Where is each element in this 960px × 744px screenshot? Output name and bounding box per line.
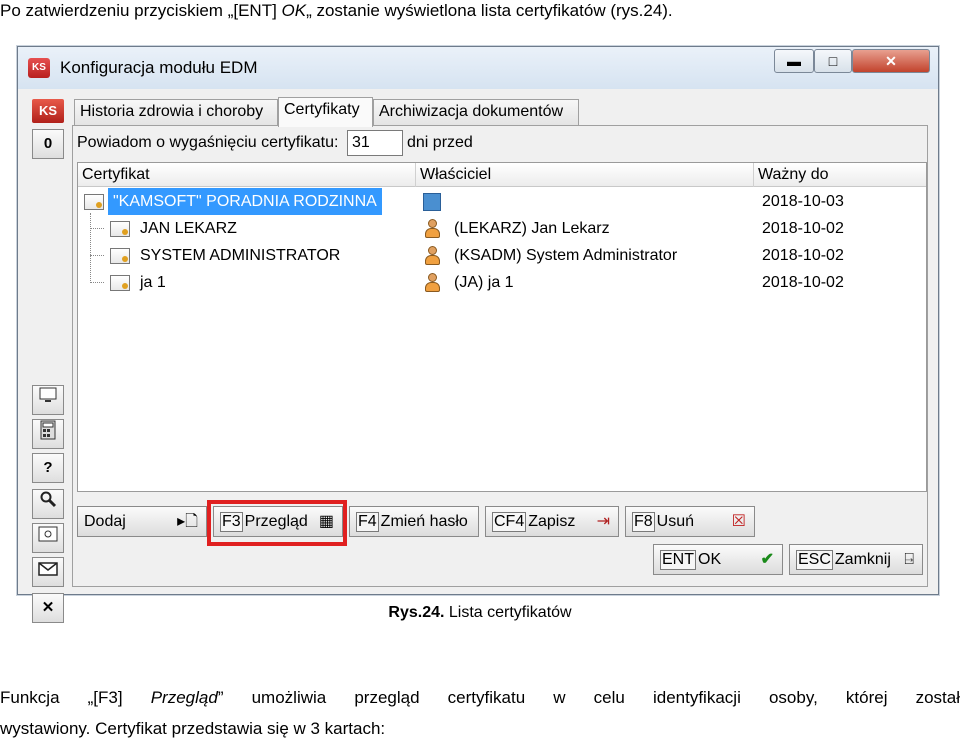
mail-icon[interactable] [32, 557, 64, 587]
ks-logo-icon: KS [32, 99, 64, 123]
cert-valid-to: 2018-10-02 [762, 274, 844, 291]
table-row[interactable]: JAN LEKARZ (LEKARZ) Jan Lekarz 2018-10-0… [78, 215, 926, 242]
cert-name: SYSTEM ADMINISTRATOR [140, 247, 341, 264]
cert-owner: (LEKARZ) Jan Lekarz [454, 220, 610, 237]
table-row[interactable]: SYSTEM ADMINISTRATOR (KSADM) System Admi… [78, 242, 926, 269]
remind-days-input[interactable] [347, 130, 403, 156]
tab-document-archiving[interactable]: Archiwizacja dokumentów [373, 99, 579, 125]
close-button[interactable]: ESC Zamknij ⍈ [789, 544, 923, 575]
remind-label: Powiadom o wygaśnięciu certyfikatu: [77, 134, 339, 151]
delete-icon: ☒ [731, 513, 746, 530]
change-password-button[interactable]: F4 Zmień hasło [349, 506, 479, 537]
table-row[interactable]: "KAMSOFT" PORADNIA RODZINNA 2018-10-03 [78, 188, 926, 215]
app-logo-icon: KS [28, 58, 50, 78]
certificates-grid[interactable]: Certyfikat Właściciel Ważny do "KAMSOFT"… [77, 162, 927, 492]
intro-text: Po zatwierdzeniu przyciskiem „[ENT] OK„ … [0, 1, 673, 20]
col-valid-to[interactable]: Ważny do [754, 163, 926, 187]
cert-valid-to: 2018-10-02 [762, 220, 844, 237]
image-icon[interactable] [32, 523, 64, 553]
cert-name: ja 1 [140, 274, 166, 291]
help-button[interactable]: ? [32, 453, 64, 483]
tree-branch [90, 255, 104, 256]
cert-valid-to: 2018-10-02 [762, 247, 844, 264]
ok-button[interactable]: ENT OK ✔ [653, 544, 783, 575]
door-icon: ⍈ [904, 551, 914, 568]
monitor-icon[interactable] [32, 385, 64, 415]
minimize-button[interactable]: ▬ [774, 49, 814, 73]
col-owner[interactable]: Właściciel [416, 163, 754, 187]
cert-owner: (KSADM) System Administrator [454, 247, 678, 264]
tree-branch [90, 228, 104, 229]
col-certificate[interactable]: Certyfikat [78, 163, 416, 187]
view-button[interactable]: F3 Przegląd ▦ [213, 506, 343, 537]
maximize-button[interactable]: □ [814, 49, 852, 73]
left-toolbar: KS 0 ? ✕ [26, 95, 66, 623]
tab-health-history[interactable]: Historia zdrowia i choroby [74, 99, 278, 125]
person-icon [424, 219, 440, 239]
certificate-icon [84, 194, 104, 210]
window-title: Konfiguracja modułu EDM [60, 58, 258, 77]
certificate-icon [110, 248, 130, 264]
certificate-icon [110, 275, 130, 291]
cert-name: "KAMSOFT" PORADNIA RODZINNA [108, 188, 382, 215]
certificates-panel: Powiadom o wygaśnięciu certyfikatu: dni … [72, 125, 928, 587]
cert-valid-to: 2018-10-03 [762, 193, 844, 210]
save-arrow-icon: ⇥ [596, 513, 610, 530]
save-button[interactable]: CF4 Zapisz ⇥ [485, 506, 619, 537]
title-bar: KS Konfiguracja modułu EDM ▬ □ ✕ [18, 47, 938, 89]
table-icon: ▦ [318, 513, 334, 530]
checkmark-icon: ✔ [760, 551, 774, 568]
figure-caption: Rys.24. Lista certyfikatów [388, 604, 572, 621]
grid-header: Certyfikat Właściciel Ważny do [78, 163, 926, 187]
delete-button[interactable]: F8 Usuń ☒ [625, 506, 755, 537]
zero-button[interactable]: 0 [32, 129, 64, 159]
table-row[interactable]: ja 1 (JA) ja 1 2018-10-02 [78, 269, 926, 296]
calculator-icon[interactable] [32, 419, 64, 449]
add-button[interactable]: Dodaj ▸🗋 [77, 506, 207, 537]
paragraph-line-2: wystawiony. Certyfikat przedstawia się w… [0, 719, 386, 738]
dropdown-new-document-icon: ▸🗋 [177, 513, 198, 530]
tab-certificates[interactable]: Certyfikaty [278, 97, 373, 127]
certificate-icon [110, 221, 130, 237]
remind-after-label: dni przed [407, 134, 473, 151]
person-icon [424, 246, 440, 266]
paragraph-line-1: Funkcja „[F3] Przegląd” umożliwia przegl… [0, 688, 960, 707]
search-icon[interactable] [32, 489, 64, 519]
cert-name: JAN LEKARZ [140, 220, 237, 237]
config-window: KS Konfiguracja modułu EDM ▬ □ ✕ KS 0 ? … [17, 46, 939, 623]
person-icon [424, 273, 440, 293]
tree-branch [90, 282, 104, 283]
cert-owner: (JA) ja 1 [454, 274, 514, 291]
window-close-button[interactable]: ✕ [852, 49, 930, 73]
organization-icon [423, 193, 441, 211]
